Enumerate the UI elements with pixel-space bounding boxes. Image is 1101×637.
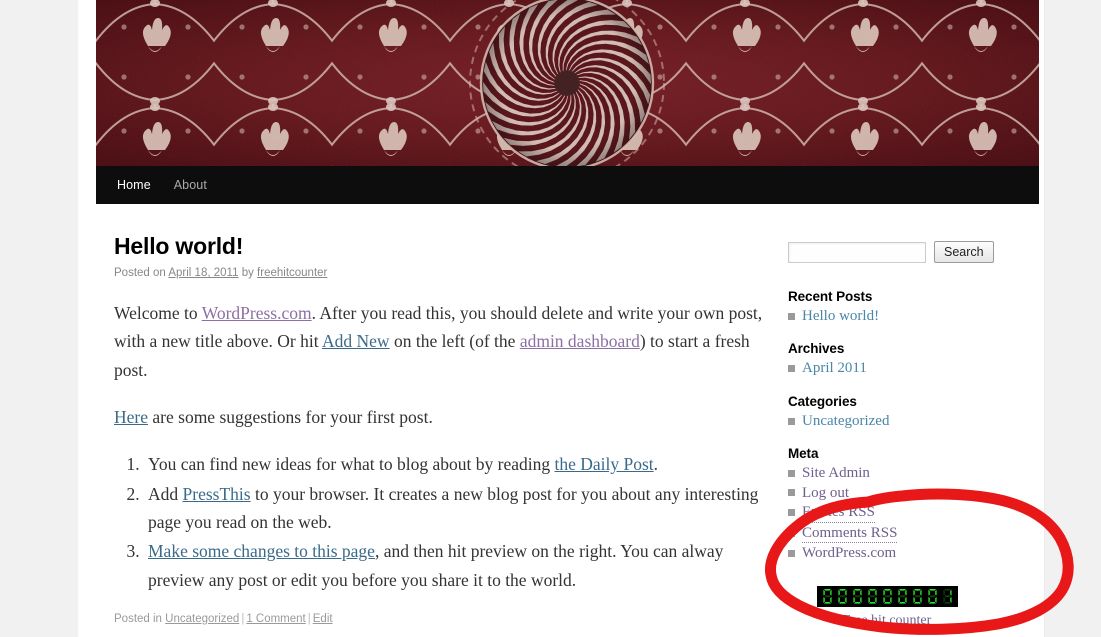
counter-digit <box>940 587 954 605</box>
paragraph-welcome: Welcome to WordPress.com. After you read… <box>114 299 768 384</box>
post-date-link[interactable]: April 18, 2011 <box>168 267 238 279</box>
list-item: Make some changes to this page, and then… <box>144 537 768 594</box>
list-item: April 2011 <box>788 359 1018 377</box>
hit-counter-label: Free hit counter <box>842 612 932 628</box>
counter-digit <box>910 587 924 605</box>
hit-counter-widget: Free hit counter <box>788 585 986 629</box>
bullet-icon <box>788 489 795 497</box>
daily-post-link[interactable]: the Daily Post <box>554 454 653 474</box>
li1-text-b: . <box>653 454 659 475</box>
comments-link[interactable]: 1 Comment <box>246 613 305 625</box>
browser-page: Home About Hello world! Posted on April … <box>0 0 1101 637</box>
bullet-icon <box>788 365 795 373</box>
primary-navigation: Home About <box>96 166 1039 204</box>
post-meta: Posted on April 18, 2011 by freehitcount… <box>114 267 768 279</box>
by-label: by <box>241 267 254 279</box>
hit-counter-display[interactable] <box>816 585 958 607</box>
main-area: Hello world! Posted on April 18, 2011 by… <box>96 204 1039 629</box>
bullet-icon <box>788 417 795 425</box>
post-body: Welcome to WordPress.com. After you read… <box>114 299 768 594</box>
bullet-icon <box>788 312 795 320</box>
widget-title: Archives <box>788 341 845 357</box>
counter-digit <box>925 587 939 605</box>
counter-digit <box>880 587 894 605</box>
separator: | <box>241 613 245 626</box>
list-item: Log out <box>788 484 1018 502</box>
bullet-icon <box>788 470 795 478</box>
widget-categories: Categories Uncategorized <box>788 394 1018 430</box>
counter-digit <box>895 587 909 605</box>
post-footer-meta: Posted in Uncategorized | 1 Comment | Edit <box>114 613 768 625</box>
suggestion-list: You can find new ideas for what to blog … <box>114 450 768 594</box>
counter-digit <box>820 587 834 605</box>
widget-list: April 2011 <box>788 359 1018 377</box>
p2-text: are some suggestions for your first post… <box>148 407 433 428</box>
site-admin-link[interactable]: Site Admin <box>802 464 870 482</box>
list-item: Add PressThis to your browser. It create… <box>144 480 768 537</box>
list-item: Entries RSS <box>788 503 1018 523</box>
p1-text-c: on the left (of the <box>389 331 520 352</box>
post-author-link[interactable]: freehitcounter <box>257 267 327 279</box>
entries-rss-link[interactable]: Entries RSS <box>802 503 875 523</box>
wordpress-com-link[interactable]: WordPress.com <box>802 544 896 562</box>
list-item: Comments RSS <box>788 524 1018 544</box>
category-link[interactable]: Uncategorized <box>802 412 889 430</box>
li2-text-a: Add <box>148 483 183 504</box>
widget-title: Recent Posts <box>788 289 873 304</box>
search-button[interactable]: Search <box>934 241 994 263</box>
bullet-icon <box>788 509 795 517</box>
separator: | <box>307 613 311 626</box>
widget-list: Site Admin Log out Entries RSS Comments … <box>788 464 1018 562</box>
archive-link[interactable]: April 2011 <box>802 359 867 377</box>
counter-digit <box>850 587 864 605</box>
counter-digit <box>835 587 849 605</box>
paragraph-suggestions: Here are some suggestions for your first… <box>114 403 768 431</box>
pressthis-link[interactable]: PressThis <box>183 484 251 504</box>
nav-item-about[interactable]: About <box>174 178 207 192</box>
widget-meta: Meta Site Admin Log out Entries RSS Comm… <box>788 446 1018 562</box>
list-item: Uncategorized <box>788 412 1018 430</box>
add-new-link[interactable]: Add New <box>322 331 390 351</box>
widget-list: Hello world! <box>788 307 1018 325</box>
category-link[interactable]: Uncategorized <box>165 613 239 625</box>
nav-item-home[interactable]: Home <box>117 178 151 192</box>
widget-title: Categories <box>788 393 857 409</box>
list-item: Hello world! <box>788 307 1018 325</box>
site-header-image <box>96 0 1039 166</box>
li1-text-a: You can find new ideas for what to blog … <box>148 454 555 475</box>
post-content: Hello world! Posted on April 18, 2011 by… <box>96 204 768 625</box>
log-out-link[interactable]: Log out <box>802 484 849 502</box>
search-widget: Search <box>788 241 1018 263</box>
wordpress-com-link[interactable]: WordPress.com <box>202 303 312 323</box>
sidebar: Search Recent Posts Hello world! Archive… <box>768 204 1018 629</box>
admin-dashboard-link[interactable]: admin dashboard <box>520 331 640 351</box>
edit-link[interactable]: Edit <box>313 613 333 625</box>
posted-in-label: Posted in <box>114 613 162 626</box>
bullet-icon <box>788 529 795 537</box>
list-item: WordPress.com <box>788 544 1018 562</box>
p1-text-a: Welcome to <box>114 303 202 323</box>
bullet-icon <box>788 549 795 557</box>
search-input[interactable] <box>788 241 926 263</box>
recent-post-link[interactable]: Hello world! <box>802 307 879 325</box>
counter-digit <box>865 587 879 605</box>
comments-rss-link[interactable]: Comments RSS <box>802 524 898 544</box>
posted-on-label: Posted on <box>114 267 166 279</box>
page-title: Hello world! <box>114 233 244 259</box>
widget-title: Meta <box>788 446 819 462</box>
here-link[interactable]: Here <box>114 407 148 427</box>
widget-archives: Archives April 2011 <box>788 341 1018 377</box>
list-item: Site Admin <box>788 464 1018 482</box>
list-item: You can find new ideas for what to blog … <box>144 450 768 478</box>
widget-recent-posts: Recent Posts Hello world! <box>788 289 1018 325</box>
make-changes-link[interactable]: Make some changes to this page <box>148 541 375 561</box>
widget-list: Uncategorized <box>788 412 1018 430</box>
